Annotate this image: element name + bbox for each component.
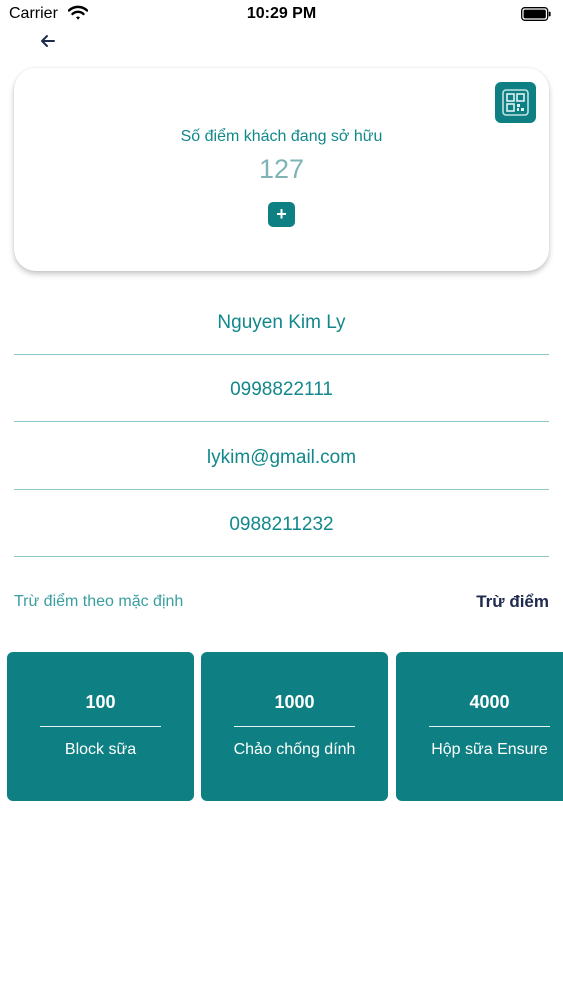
phone-value: 0998822111 <box>230 379 333 400</box>
reward-name: Block sữa <box>64 741 137 758</box>
secondary-phone-value: 0988211232 <box>229 514 334 535</box>
points-label: Số điểm khách đang sở hữu <box>180 128 383 145</box>
reward-divider <box>429 726 550 727</box>
back-button[interactable] <box>37 31 59 51</box>
points-card: Số điểm khách đang sở hữu 127 + <box>14 68 549 271</box>
battery-icon <box>521 7 551 21</box>
reward-card[interactable]: 4000 Hộp sữa Ensure <box>396 652 563 801</box>
email-value: lykim@gmail.com <box>206 447 357 468</box>
reward-points: 100 <box>85 692 116 712</box>
points-value: 127 <box>258 154 305 184</box>
reward-points: 1000 <box>274 692 315 712</box>
deduct-points-button[interactable]: Trừ điểm <box>476 592 549 612</box>
secondary-phone-field[interactable]: 0988211232 <box>14 490 549 557</box>
customer-name-field[interactable]: Nguyen Kim Ly <box>14 288 549 355</box>
reward-divider <box>40 726 161 727</box>
reward-points: 4000 <box>469 692 510 712</box>
customer-name-value: Nguyen Kim Ly <box>217 312 346 333</box>
email-field[interactable]: lykim@gmail.com <box>14 423 549 490</box>
back-arrow-icon <box>41 35 55 47</box>
add-points-button[interactable]: + <box>268 202 295 227</box>
qr-scan-button[interactable] <box>495 82 536 123</box>
plus-icon: + <box>276 204 287 224</box>
clock: 10:29 PM <box>246 5 317 22</box>
reward-name: Hộp sữa Ensure <box>431 741 548 758</box>
default-deduct-label: Trừ điểm theo mặc định <box>14 593 184 610</box>
status-bar: Carrier 10:29 PM <box>0 0 563 30</box>
reward-name: Chảo chống dính <box>233 741 356 758</box>
qr-code-icon <box>502 89 529 116</box>
reward-divider <box>234 726 355 727</box>
reward-card[interactable]: 1000 Chảo chống dính <box>201 652 388 801</box>
reward-card[interactable]: 100 Block sữa <box>7 652 194 801</box>
phone-field[interactable]: 0998822111 <box>14 355 549 422</box>
